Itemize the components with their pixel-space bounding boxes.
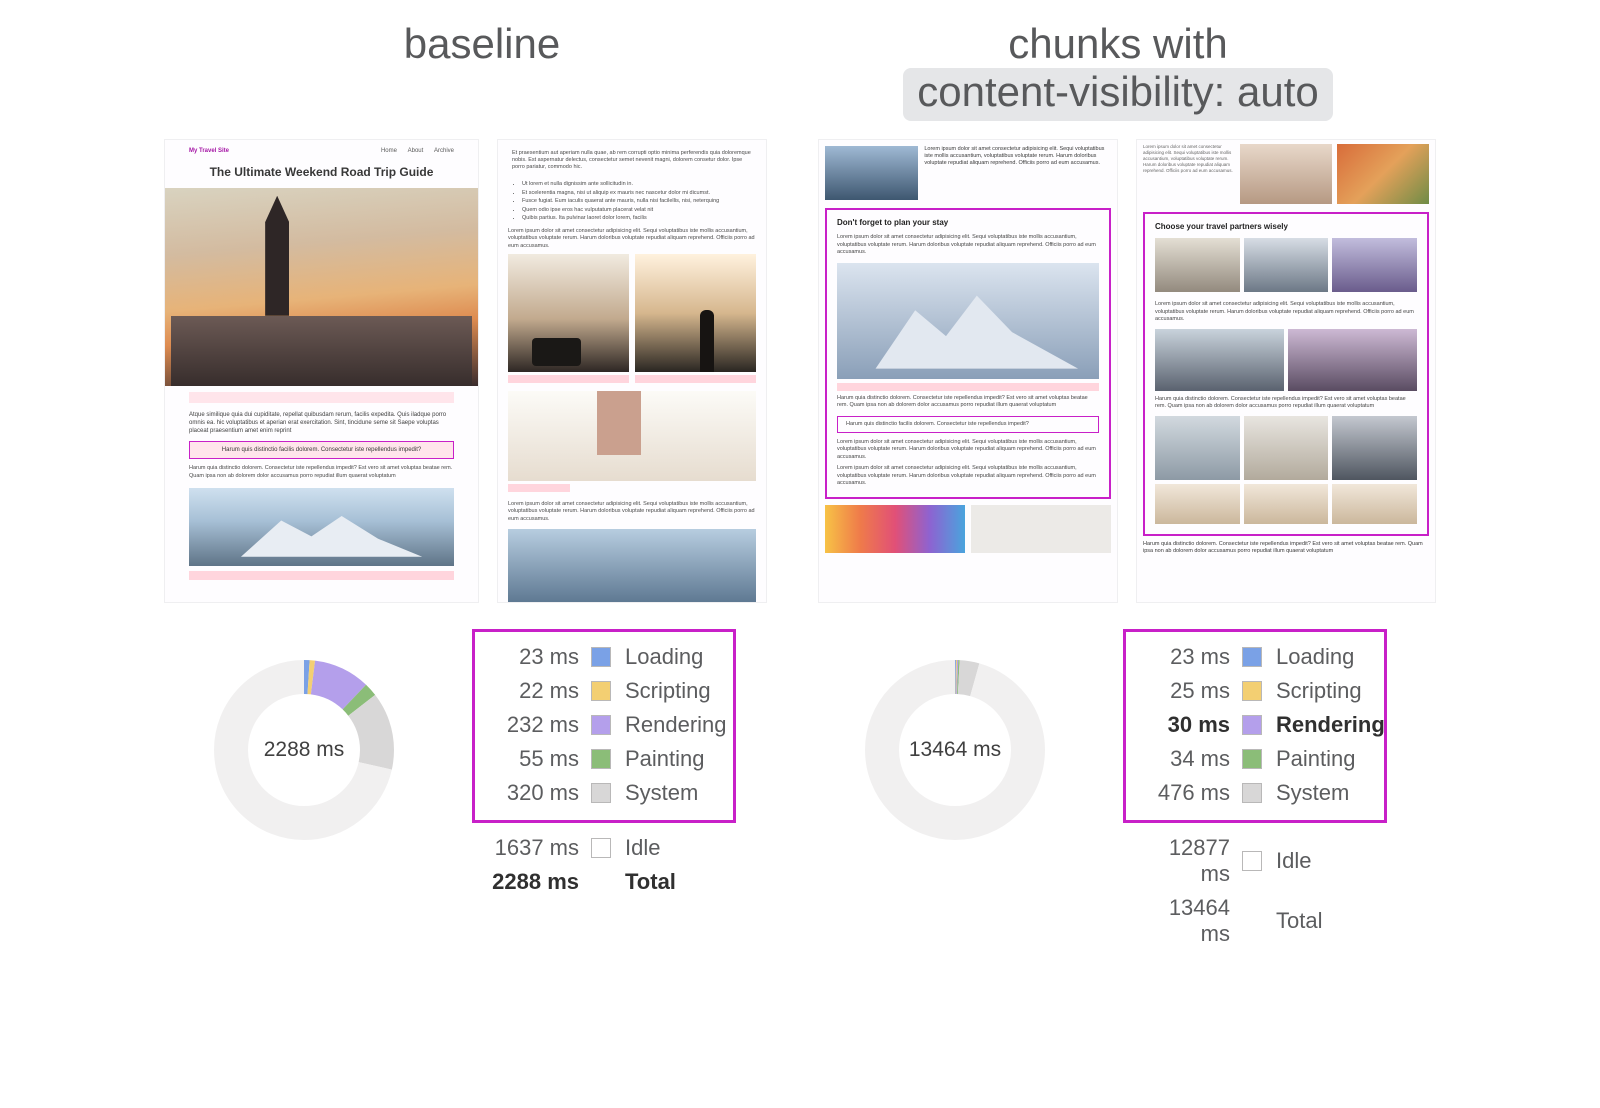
inline-image	[1244, 484, 1329, 524]
image-caption-bar	[635, 375, 756, 383]
swatch-rendering-icon	[591, 715, 611, 735]
legend: 23 msLoading 22 msScripting 232 msRender…	[472, 619, 785, 899]
cv-chunk-outline: Choose your travel partners wisely Lorem…	[1143, 212, 1429, 536]
article-paragraph: Harum quia distinctio dolorem. Consectet…	[1143, 541, 1429, 556]
chunk-paragraph: Lorem ipsum dolor sit amet consectetur a…	[837, 465, 1099, 487]
swatch-system-icon	[591, 783, 611, 803]
hero-image	[165, 188, 478, 386]
inline-image	[1288, 329, 1417, 391]
article-title: The Ultimate Weekend Road Trip Guide	[165, 158, 478, 184]
inline-image	[635, 254, 756, 372]
timing-chart-cv-auto: 13464 ms 23 msLoading 25 msScripting 30 …	[815, 619, 1436, 951]
inline-image	[508, 254, 629, 372]
hero-caption	[189, 392, 454, 403]
callout-box: Harum quis distinctio facilis dolorem. C…	[189, 441, 454, 459]
swatch-idle-icon	[591, 838, 611, 858]
legend-highlight-box: 23 msLoading 25 msScripting 30 msRenderi…	[1123, 629, 1387, 823]
donut-chart: 2288 ms	[211, 657, 397, 843]
article-paragraph: Lorem ipsum dolor sit amet consectetur a…	[1143, 144, 1235, 204]
intro-paragraph: Atque similique quia dui cupiditate, rep…	[189, 411, 454, 435]
thumb-cv-section-d: Lorem ipsum dolor sit amet consectetur a…	[1136, 139, 1436, 603]
heading-baseline: baseline	[164, 20, 800, 121]
bullet-list: Ut lorem et nulla dignissim ante sollici…	[498, 181, 766, 222]
chunk-paragraph: Lorem ipsum dolor sit amet consectetur a…	[1155, 301, 1417, 323]
inline-image	[1332, 238, 1417, 292]
swatch-scripting-icon	[1242, 681, 1262, 701]
body-paragraph: Harum quia distinctio dolorem. Consectet…	[189, 465, 454, 480]
image-caption-bar	[508, 375, 629, 383]
chunk-paragraph: Harum quia distinctio dolorem. Consectet…	[837, 395, 1099, 410]
heading-cv-auto: chunks with content-visibility: auto	[800, 20, 1436, 121]
comparison-headings: baseline chunks with content-visibility:…	[164, 20, 1436, 121]
site-brand: My Travel Site	[189, 147, 229, 155]
chunk-heading: Choose your travel partners wisely	[1155, 222, 1417, 233]
nav-home: Home	[381, 148, 397, 154]
page-thumbnails-row: My Travel Site Home About Archive The Ul…	[164, 139, 1436, 603]
inline-image	[1244, 238, 1329, 292]
article-paragraph: Lorem ipsum dolor sit amet consectetur a…	[508, 228, 756, 250]
swatch-painting-icon	[591, 749, 611, 769]
chunk-heading: Don't forget to plan your stay	[837, 218, 1099, 229]
image-caption-bar	[189, 571, 454, 580]
chunk-paragraph: Lorem ipsum dolor sit amet consectetur a…	[837, 439, 1099, 461]
inline-image	[508, 529, 756, 603]
nav-archive: Archive	[434, 148, 454, 154]
thumb-baseline-home: My Travel Site Home About Archive The Ul…	[164, 139, 479, 603]
image-caption-bar	[837, 383, 1099, 391]
donut-center-total: 13464 ms	[862, 657, 1048, 843]
inline-image	[825, 146, 918, 200]
legend-highlight-box: 23 msLoading 22 msScripting 232 msRender…	[472, 629, 736, 823]
chunk-paragraph: Lorem ipsum dolor sit amet consectetur a…	[837, 234, 1099, 256]
inline-image	[1155, 416, 1240, 480]
swatch-loading-icon	[1242, 647, 1262, 667]
inline-image	[1337, 144, 1429, 204]
donut-center-total: 2288 ms	[211, 657, 397, 843]
donut-chart: 13464 ms	[862, 657, 1048, 843]
nav-about: About	[408, 148, 424, 154]
inline-image	[508, 391, 756, 481]
inline-image	[971, 505, 1111, 553]
swatch-painting-icon	[1242, 749, 1262, 769]
inline-image	[1155, 238, 1240, 292]
inline-image-mountain	[189, 488, 454, 566]
inline-image	[825, 505, 965, 553]
inline-image-mountain	[837, 263, 1099, 379]
thumb-baseline-article: Et praesentium aut aperiam nulla quae, a…	[497, 139, 767, 603]
inline-image	[1332, 416, 1417, 480]
inline-image	[1332, 484, 1417, 524]
inline-image	[1244, 416, 1329, 480]
image-caption-bar	[508, 484, 570, 492]
thumb-cv-section-c: Lorem ipsum dolor sit amet consectetur a…	[818, 139, 1118, 603]
swatch-system-icon	[1242, 783, 1262, 803]
inline-image	[1155, 484, 1240, 524]
swatch-rendering-icon	[1242, 715, 1262, 735]
swatch-idle-icon	[1242, 851, 1262, 871]
swatch-scripting-icon	[591, 681, 611, 701]
timing-chart-baseline: 2288 ms 23 msLoading 22 msScripting 232 …	[164, 619, 785, 951]
inline-image	[1240, 144, 1332, 204]
inline-image	[1155, 329, 1284, 391]
chunk-paragraph: Harum quia distinctio dolorem. Consectet…	[1155, 396, 1417, 411]
callout-box: Harum quis distinctio facilis dolorem. C…	[837, 416, 1099, 433]
cv-chunk-outline: Don't forget to plan your stay Lorem ips…	[825, 208, 1111, 500]
article-paragraph: Lorem ipsum dolor sit amet consectetur a…	[508, 501, 756, 523]
article-paragraph: Lorem ipsum dolor sit amet consectetur a…	[924, 146, 1111, 200]
article-paragraph: Et praesentium aut aperiam nulla quae, a…	[498, 140, 766, 176]
swatch-loading-icon	[591, 647, 611, 667]
legend: 23 msLoading 25 msScripting 30 msRenderi…	[1123, 619, 1436, 951]
